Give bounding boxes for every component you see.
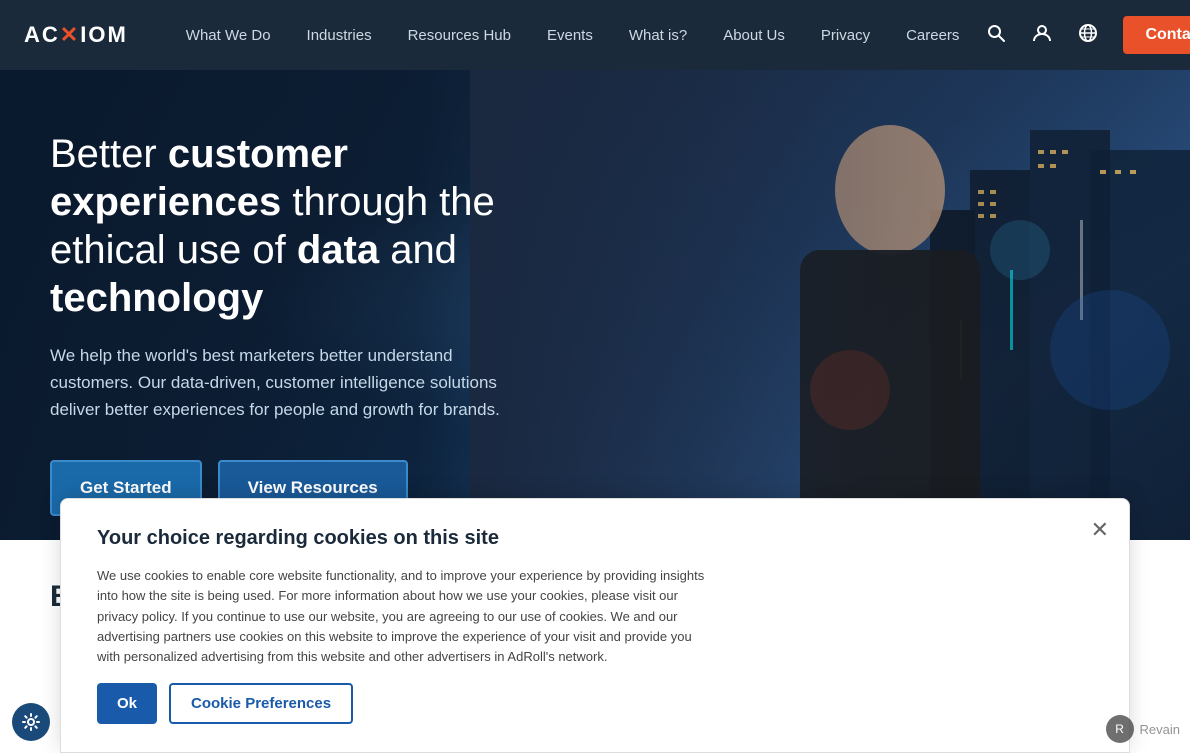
logo-x: ✕	[60, 22, 80, 47]
user-button[interactable]	[1023, 16, 1061, 54]
logo[interactable]: AC✕IOM	[24, 22, 128, 48]
revain-label: Revain	[1140, 722, 1180, 737]
cookie-settings-icon[interactable]	[12, 703, 50, 741]
nav-careers[interactable]: Careers	[888, 0, 977, 70]
nav-about-us[interactable]: About Us	[705, 0, 803, 70]
globe-button[interactable]	[1069, 16, 1107, 54]
cookie-ok-button[interactable]: Ok	[97, 683, 157, 724]
cookie-text: We use cookies to enable core website fu…	[97, 566, 717, 667]
hero-title-bold3: technology	[50, 276, 263, 320]
nav-industries[interactable]: Industries	[289, 0, 390, 70]
logo-text: AC✕IOM	[24, 22, 128, 48]
nav-what-is[interactable]: What is?	[611, 0, 705, 70]
hero-description: We help the world's best marketers bette…	[50, 342, 510, 424]
globe-icon	[1078, 23, 1098, 48]
hero-title: Better customer experiences through the …	[50, 130, 510, 322]
revain-badge: R Revain	[1106, 715, 1180, 743]
nav-what-we-do[interactable]: What We Do	[168, 0, 289, 70]
hero-image	[470, 70, 1190, 540]
close-icon: ✕	[1091, 517, 1109, 542]
nav-events[interactable]: Events	[529, 0, 611, 70]
search-button[interactable]	[977, 16, 1015, 54]
cookie-close-button[interactable]: ✕	[1091, 519, 1109, 541]
nav-links: What We Do Industries Resources Hub Even…	[168, 0, 978, 70]
hero-title-text: Better	[50, 132, 168, 176]
cookie-banner: Your choice regarding cookies on this si…	[60, 498, 1130, 753]
nav-resources-hub[interactable]: Resources Hub	[390, 0, 529, 70]
hero-title-bold2: data	[297, 228, 379, 272]
nav-actions: Contact Us	[977, 16, 1190, 54]
contact-us-button[interactable]: Contact Us	[1123, 16, 1190, 54]
cookie-actions: Ok Cookie Preferences	[97, 683, 1093, 724]
cookie-preferences-button[interactable]: Cookie Preferences	[169, 683, 353, 724]
nav-privacy[interactable]: Privacy	[803, 0, 888, 70]
hero-content: Better customer experiences through the …	[0, 70, 560, 540]
navbar: AC✕IOM What We Do Industries Resources H…	[0, 0, 1190, 70]
cookie-title: Your choice regarding cookies on this si…	[97, 527, 1093, 550]
hero-title-normal3: and	[379, 228, 457, 272]
revain-icon: R	[1106, 715, 1134, 743]
hero-section: Better customer experiences through the …	[0, 70, 1190, 540]
user-icon	[1032, 23, 1052, 48]
search-icon	[986, 23, 1006, 48]
